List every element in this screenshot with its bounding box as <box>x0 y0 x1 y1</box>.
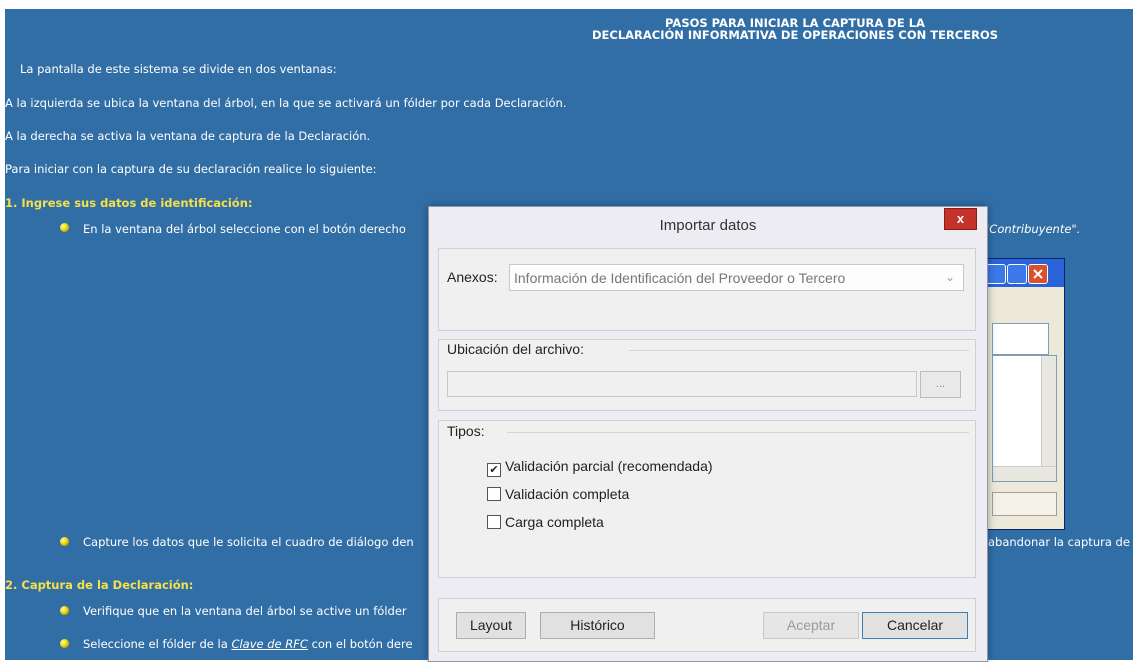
group-divider <box>629 350 969 351</box>
file-location-label: Ubicación del archivo: <box>447 341 584 357</box>
start-text: Para iniciar con la captura de su declar… <box>5 162 377 176</box>
section2-header: 2. Captura de la Declaración: <box>5 578 194 592</box>
dialog-title: Importar datos <box>659 217 757 234</box>
group-divider <box>507 432 969 433</box>
checkbox-checked-icon[interactable]: ✔ <box>487 463 501 477</box>
bullet-icon <box>60 537 69 546</box>
bullet4-rfc-link: Clave de RFC <box>231 637 308 651</box>
bullet4-text: Seleccione el fólder de la Clave de RFC … <box>83 637 413 651</box>
option-label: Carga completa <box>505 514 604 530</box>
option-full-validation[interactable]: Validación completa <box>487 486 629 502</box>
background-app-window <box>983 258 1065 530</box>
window-list <box>992 355 1057 482</box>
bullet2-tail: abandonar la captura de <box>988 535 1130 549</box>
layout-button[interactable]: Layout <box>456 612 526 639</box>
option-label: Validación completa <box>505 486 630 502</box>
bullet4-pre: Seleccione el fólder de la <box>83 637 232 651</box>
intro-text: La pantalla de este sistema se divide en… <box>20 62 337 76</box>
bullet3-text: Verifique que en la ventana del árbol se… <box>83 604 407 618</box>
import-data-dialog: Importar datos x Anexos: Información de … <box>428 206 988 662</box>
anexos-label: Anexos: <box>447 269 498 285</box>
maximize-icon[interactable] <box>1007 264 1027 284</box>
help-title-line2: DECLARACIÓN INFORMATIVA DE OPERACIONES C… <box>591 28 999 42</box>
checkbox-icon[interactable] <box>487 515 501 529</box>
bullet-icon <box>60 606 69 615</box>
close-button[interactable]: x <box>944 208 977 230</box>
anexos-select[interactable]: Información de Identificación del Provee… <box>509 264 964 291</box>
option-partial-validation[interactable]: ✔ Validación parcial (recomendada) <box>487 458 713 477</box>
window-titlebar <box>984 259 1064 287</box>
anexos-select-value: Información de Identificación del Provee… <box>514 270 846 286</box>
historico-button[interactable]: Histórico <box>540 612 655 639</box>
left-window-text: A la izquierda se ubica la ventana del á… <box>5 96 567 110</box>
chevron-down-icon: ⌄ <box>944 270 955 284</box>
window-pane <box>992 323 1049 355</box>
bullet1-text: En la ventana del árbol seleccione con e… <box>83 222 406 236</box>
vertical-scrollbar[interactable] <box>1041 356 1056 481</box>
minimize-icon[interactable] <box>986 264 1006 284</box>
bullet4-post: con el botón dere <box>307 637 413 651</box>
aceptar-button[interactable]: Aceptar <box>763 612 859 639</box>
option-label: Validación parcial (recomendada) <box>505 458 713 474</box>
bullet-icon <box>60 223 69 232</box>
section1-header: 1. Ingrese sus datos de identificación: <box>5 196 253 210</box>
bullet2-text: Capture los datos que le solicita el cua… <box>83 535 414 549</box>
tipos-label: Tipos: <box>447 423 485 439</box>
bullet-icon <box>60 639 69 648</box>
browse-button[interactable]: ... <box>920 371 961 398</box>
file-path-input[interactable] <box>447 371 917 397</box>
option-full-load[interactable]: Carga completa <box>487 514 604 530</box>
right-window-text: A la derecha se activa la ventana de cap… <box>5 129 371 143</box>
close-icon[interactable] <box>1028 264 1048 284</box>
cancelar-button[interactable]: Cancelar <box>862 612 968 639</box>
horizontal-scrollbar[interactable] <box>993 466 1056 481</box>
window-status-bar <box>992 492 1057 516</box>
close-icon: x <box>956 211 965 226</box>
checkbox-icon[interactable] <box>487 487 501 501</box>
bullet1-tail: "Contribuyente". <box>984 222 1081 236</box>
